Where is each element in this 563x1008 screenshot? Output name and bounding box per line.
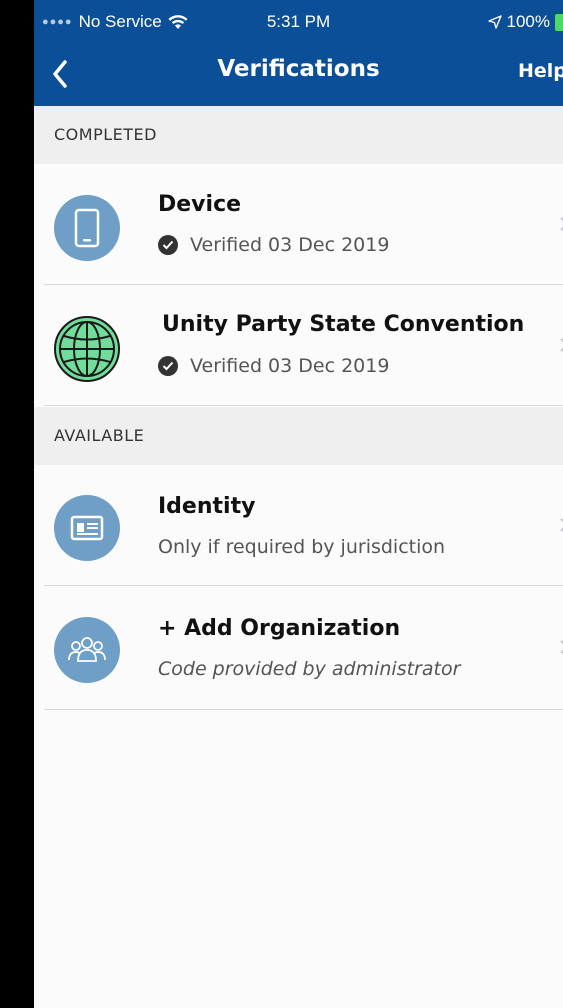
section-header-available: AVAILABLE [34, 407, 563, 465]
list-item-device[interactable]: Device Verified 03 Dec 2019 [34, 164, 563, 285]
list-item-organization[interactable]: Unity Party State Convention Verified 03… [34, 285, 563, 406]
group-icon [54, 617, 120, 683]
item-title: Device [158, 192, 242, 217]
location-arrow-icon [487, 15, 502, 29]
battery-percent: 100% [506, 12, 550, 31]
page-title: Verifications [217, 56, 380, 82]
chevron-right-icon [560, 518, 563, 532]
divider [44, 585, 563, 586]
check-circle-icon [158, 356, 178, 376]
chevron-right-icon [560, 217, 563, 231]
phone-icon [54, 195, 120, 261]
globe-icon [54, 316, 120, 382]
list-item-add-organization[interactable]: + Add Organization Code provided by admi… [34, 587, 563, 710]
item-title: Identity [158, 494, 256, 519]
verifications-screen: ●●●● No Service 5:31 PM 100% Verificatio… [34, 0, 563, 1008]
item-subtitle: Only if required by jurisdiction [158, 536, 446, 558]
verified-date: Verified 03 Dec 2019 [190, 355, 390, 377]
battery-icon [555, 13, 563, 31]
status-time: 5:31 PM [266, 12, 331, 31]
check-circle-icon [158, 235, 178, 255]
item-title: Unity Party State Convention [162, 312, 525, 337]
top-bar: ●●●● No Service 5:31 PM 100% Verificatio… [34, 0, 563, 106]
divider [44, 405, 563, 406]
chevron-right-icon [560, 640, 563, 654]
section-header-completed: COMPLETED [34, 106, 563, 164]
navigation-bar: Verifications Help [34, 46, 563, 106]
list-item-identity[interactable]: Identity Only if required by jurisdictio… [34, 465, 563, 586]
chevron-right-icon [560, 338, 563, 352]
id-card-icon [54, 495, 120, 561]
item-subtitle: Code provided by administrator [158, 658, 461, 680]
help-button[interactable]: Help [518, 60, 563, 82]
divider [44, 709, 563, 710]
verified-date: Verified 03 Dec 2019 [190, 234, 390, 256]
status-right: 100% [487, 12, 563, 32]
item-title: + Add Organization [158, 616, 401, 641]
status-bar: ●●●● No Service 5:31 PM 100% [34, 0, 563, 46]
verified-status: Verified 03 Dec 2019 [158, 355, 389, 377]
verified-status: Verified 03 Dec 2019 [158, 234, 389, 256]
